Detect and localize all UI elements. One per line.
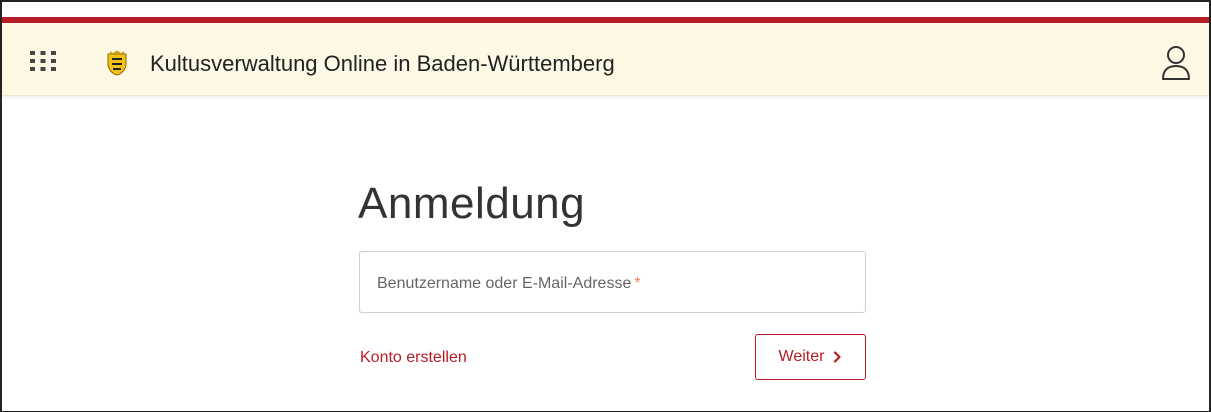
- page-title: Anmeldung: [358, 179, 586, 228]
- next-button[interactable]: Weiter: [755, 334, 866, 380]
- app-title: Kultusverwaltung Online in Baden-Württem…: [150, 51, 615, 76]
- window-top-border: [0, 0, 1211, 2]
- next-button-label: Weiter: [778, 348, 825, 365]
- chevron-right-icon: [834, 351, 842, 363]
- app-header: Kultusverwaltung Online in Baden-Württem…: [2, 23, 1209, 96]
- user-account-icon[interactable]: [1161, 45, 1191, 81]
- username-input[interactable]: [360, 252, 865, 312]
- apps-grid-icon[interactable]: [30, 51, 56, 71]
- create-account-link[interactable]: Konto erstellen: [360, 348, 467, 368]
- username-field[interactable]: Benutzername oder E-Mail-Adresse *: [359, 251, 866, 313]
- coat-of-arms-icon: [107, 50, 127, 76]
